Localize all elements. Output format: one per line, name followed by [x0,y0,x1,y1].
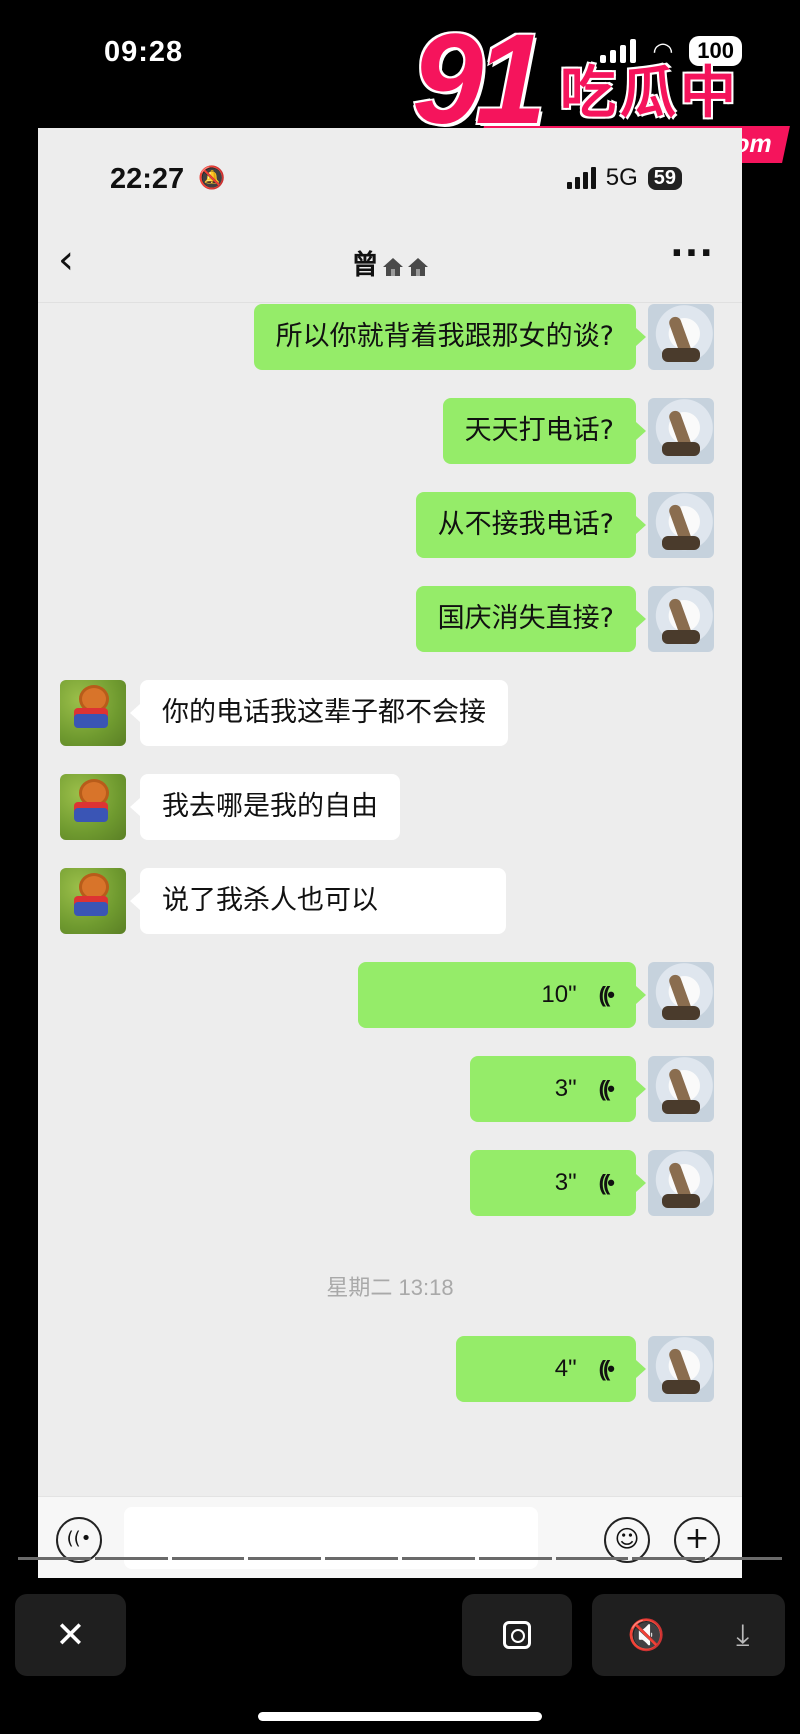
message-bubble[interactable]: 天天打电话? [442,398,647,464]
my-avatar[interactable] [648,962,714,1028]
close-icon: ✕ [55,1614,86,1656]
voice-message[interactable]: 3" ((• [470,1150,646,1216]
inner-status-time: 22:27 [110,163,185,195]
voice-wave-icon: ((• [598,1170,615,1195]
contact-avatar[interactable] [60,774,126,840]
house-icon [382,257,403,276]
house-icon [407,257,428,276]
bell-muted-icon: 🔕 [198,166,226,191]
message-list: 所以你就背着我跟那女的谈? 天天打电话? 从不接我电话? 国庆消失直接? 你的电… [38,304,742,1448]
my-avatar[interactable] [648,304,714,370]
chat-header: ‹ 曾 ··· [38,223,742,303]
my-avatar[interactable] [648,586,714,652]
my-avatar[interactable] [648,1056,714,1122]
chat-input-bar: ((• ☺ + [38,1496,742,1578]
voice-wave-icon: ((• [598,1356,615,1381]
chat-screenshot: 22:27 🔕 5G 59 ‹ 曾 ··· 所以你就背着我跟那女的谈? 天天打电… [38,128,742,1578]
message-bubble[interactable]: 说了我杀人也可以 [130,868,506,934]
message-bubble[interactable]: 所以你就背着我跟那女的谈? [253,304,647,370]
contact-avatar[interactable] [60,868,126,934]
home-indicator [258,1712,542,1721]
cellular-signal-icon [566,167,596,189]
more-options-icon[interactable]: ··· [670,233,714,274]
voice-duration: 3" [554,1169,577,1196]
voice-message[interactable]: 3" ((• [470,1056,646,1122]
speaker-mute-icon[interactable]: 🔇 [628,1618,665,1653]
voice-message[interactable]: 10" ((• [358,962,646,1028]
visual-search-button[interactable] [462,1594,572,1676]
voice-duration: 3" [554,1075,577,1102]
voice-duration: 10" [541,981,577,1008]
voice-duration: 4" [554,1355,577,1382]
media-controls: 🔇 ⤓ [592,1594,785,1676]
network-type: 5G [605,164,638,191]
message-bubble[interactable]: 我去哪是我的自由 [130,774,400,840]
scan-icon [503,1621,531,1649]
voice-message[interactable]: 4" ((• [456,1336,646,1402]
battery-indicator: 59 [647,166,682,190]
inner-status-bar: 22:27 🔕 5G 59 [38,128,742,223]
my-avatar[interactable] [648,492,714,558]
voice-wave-icon: ((• [598,982,615,1007]
chat-title-text: 曾 [351,250,379,281]
my-avatar[interactable] [648,398,714,464]
outer-status-time: 09:28 [104,36,184,68]
chat-title: 曾 [38,243,742,282]
message-bubble[interactable]: 国庆消失直接? [415,586,647,652]
download-icon[interactable]: ⤓ [736,1618,749,1653]
story-progress-bar [18,1557,782,1560]
voice-wave-icon: ((• [598,1076,615,1101]
message-bubble[interactable]: 你的电话我这辈子都不会接 [130,680,508,746]
message-bubble[interactable]: 从不接我电话? [415,492,647,558]
close-button[interactable]: ✕ [15,1594,126,1676]
inner-status-icons: 5G 59 [566,164,682,192]
my-avatar[interactable] [648,1336,714,1402]
my-avatar[interactable] [648,1150,714,1216]
chat-timestamp: 星期二 13:18 [326,1275,454,1300]
contact-avatar[interactable] [60,680,126,746]
